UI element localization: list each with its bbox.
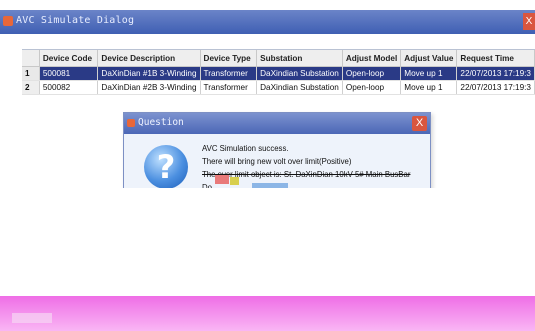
dialog-message: AVC Simulation success. There will bring… (202, 142, 410, 194)
table-header-row: Device Code Device Description Device Ty… (22, 50, 535, 67)
adjust-value-cell[interactable]: Move up 1 (400, 80, 458, 95)
adjust-model-cell[interactable]: Open-loop (342, 80, 402, 95)
rendering-artifact (230, 177, 239, 185)
device-code-cell[interactable]: 500082 (39, 80, 99, 95)
request-time-cell[interactable]: 22/07/2013 17:19:3 (456, 80, 535, 95)
device-description-cell[interactable]: DaXinDian #2B 3-Winding (97, 80, 201, 95)
question-icon: ? (144, 145, 188, 189)
dialog-app-icon (127, 119, 135, 127)
table-row[interactable]: 1 500081 DaXinDian #1B 3-Winding Transfo… (22, 66, 535, 81)
col-request-time[interactable]: Request Time (456, 50, 535, 67)
question-dialog: Question X ? AVC Simulation success. The… (123, 112, 431, 192)
adjust-model-cell[interactable]: Open-loop (342, 66, 402, 81)
bottom-band (0, 296, 535, 331)
col-device-type[interactable]: Device Type (200, 50, 258, 67)
corner-artifact (12, 313, 52, 323)
adjust-value-cell[interactable]: Move up 1 (400, 66, 458, 81)
close-icon[interactable]: X (412, 116, 427, 131)
col-adjust-model[interactable]: Adjust Model (342, 50, 402, 67)
window-title: AVC Simulate Dialog (16, 15, 135, 26)
app-icon (3, 16, 13, 26)
device-description-cell[interactable]: DaXinDian #1B 3-Winding (97, 66, 201, 81)
left-margin (0, 34, 22, 188)
close-icon[interactable]: X (523, 13, 535, 30)
device-code-cell[interactable]: 500081 (39, 66, 99, 81)
col-substation[interactable]: Substation (256, 50, 343, 67)
device-type-cell[interactable]: Transformer (200, 66, 258, 81)
table-row[interactable]: 2 500082 DaXinDian #2B 3-Winding Transfo… (22, 80, 535, 95)
message-line: AVC Simulation success. (202, 144, 289, 153)
substation-cell[interactable]: DaXindian Substation (256, 80, 343, 95)
rendering-artifact (215, 175, 229, 184)
col-device-code[interactable]: Device Code (39, 50, 99, 67)
dialog-title: Question (138, 117, 184, 128)
col-device-description[interactable]: Device Description (97, 50, 201, 67)
row-number: 1 (22, 66, 40, 81)
message-line: There will bring new volt over limit(Pos… (202, 157, 352, 166)
blank-region (0, 188, 535, 296)
substation-cell[interactable]: DaXindian Substation (256, 66, 343, 81)
request-time-cell[interactable]: 22/07/2013 17:19:3 (456, 66, 535, 81)
window-title-bar: AVC Simulate Dialog X (0, 10, 535, 34)
row-number: 2 (22, 80, 40, 95)
row-number-header (22, 50, 40, 67)
device-type-cell[interactable]: Transformer (200, 80, 258, 95)
device-table: Device Code Device Description Device Ty… (22, 49, 535, 96)
col-adjust-value[interactable]: Adjust Value (400, 50, 458, 67)
dialog-title-bar: Question X (124, 113, 430, 134)
